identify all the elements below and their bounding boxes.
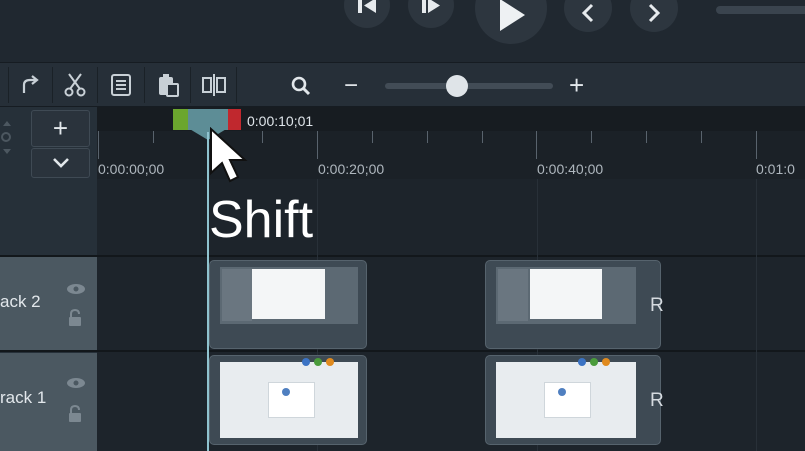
toolbar-divider (144, 67, 145, 103)
ruler-label: 0:00:40;00 (537, 161, 604, 177)
ruler-minor-tick (262, 131, 263, 143)
zoom-out-button[interactable]: − (344, 72, 358, 100)
media-clip[interactable] (209, 355, 367, 445)
add-track-label: + (52, 113, 69, 143)
clip-title: R (650, 390, 664, 411)
copy-icon (111, 74, 131, 96)
media-clip[interactable] (209, 260, 367, 349)
edit-toolbar: − + (0, 62, 805, 107)
track-divider (0, 350, 805, 352)
track-divider (0, 255, 805, 257)
lock-icon[interactable] (68, 405, 82, 423)
clip-thumbnail (220, 362, 358, 438)
chevron-left-icon (581, 3, 594, 23)
previous-marker-button[interactable] (564, 0, 612, 32)
zoom-in-button[interactable]: + (569, 70, 584, 101)
previous-frame-button[interactable] (344, 0, 390, 28)
redo-button[interactable] (8, 65, 52, 105)
ruler-label: 0:01:0 (756, 161, 795, 177)
play-button[interactable] (475, 0, 547, 44)
cut-button[interactable] (53, 65, 97, 105)
clip-thumbnail (496, 267, 636, 324)
ruler-minor-tick (427, 131, 428, 143)
mouse-cursor-icon (210, 127, 248, 183)
track-header-2[interactable]: ack 2 (0, 257, 97, 351)
track-name: ack 2 (0, 292, 41, 311)
ruler-label: 0:00:20;00 (318, 161, 385, 177)
ruler-minor-tick (482, 131, 483, 143)
toolbar-divider (190, 67, 191, 103)
clip-thumbnail (220, 267, 358, 324)
step-forward-icon (422, 0, 440, 13)
ruler-major-tick (536, 131, 537, 159)
split-button[interactable] (192, 65, 236, 105)
chevron-right-icon (648, 3, 661, 23)
track-header-1[interactable]: rack 1 (0, 353, 97, 451)
eye-icon[interactable] (66, 283, 86, 295)
zoom-slider-thumb[interactable] (446, 75, 468, 97)
next-marker-button[interactable] (630, 0, 678, 32)
split-icon (202, 74, 226, 96)
ruler-major-tick (317, 131, 318, 159)
ruler-minor-tick (646, 131, 647, 143)
magnifier-icon (291, 76, 311, 96)
paste-icon (159, 74, 179, 97)
ruler-minor-tick (701, 131, 702, 143)
copy-button[interactable] (99, 65, 143, 105)
zoom-slider[interactable] (385, 83, 553, 89)
lock-icon[interactable] (68, 309, 82, 327)
ruler-minor-tick (372, 131, 373, 143)
toolbar-divider (236, 67, 237, 103)
ruler-label: 0:00:00;00 (98, 161, 165, 177)
paste-button[interactable] (146, 65, 190, 105)
keystroke-overlay: Shift (209, 191, 314, 249)
add-track-button[interactable]: + (31, 110, 90, 147)
playhead-time: 0:00:10;01 (247, 113, 314, 129)
ruler-major-tick (98, 131, 99, 159)
media-clip[interactable]: R (485, 260, 664, 349)
zoom-tracks-icon[interactable] (0, 119, 14, 159)
scissors-icon (64, 73, 86, 97)
play-icon (500, 0, 525, 31)
clip-thumbnail (496, 362, 636, 438)
chevron-down-icon (52, 158, 69, 168)
step-back-icon (358, 0, 376, 13)
grid-line (756, 179, 757, 451)
next-frame-button[interactable] (408, 0, 454, 28)
clip-title: R (650, 295, 664, 316)
ruler-minor-tick (153, 131, 154, 143)
eye-icon[interactable] (66, 377, 86, 389)
ruler-major-tick (756, 131, 757, 159)
media-clip[interactable]: R (485, 355, 664, 445)
track-header-column: + ack 2 rack 1 (0, 107, 97, 451)
collapse-tracks-button[interactable] (31, 148, 90, 178)
ruler-minor-tick (591, 131, 592, 143)
toolbar-divider (97, 67, 98, 103)
zoom-search-button[interactable] (290, 75, 312, 102)
playback-slider[interactable] (716, 6, 805, 14)
track-name: rack 1 (0, 388, 47, 407)
transport-bar (0, 0, 805, 62)
timeline-tracks[interactable] (97, 179, 805, 451)
redo-arrow-icon (22, 75, 39, 93)
